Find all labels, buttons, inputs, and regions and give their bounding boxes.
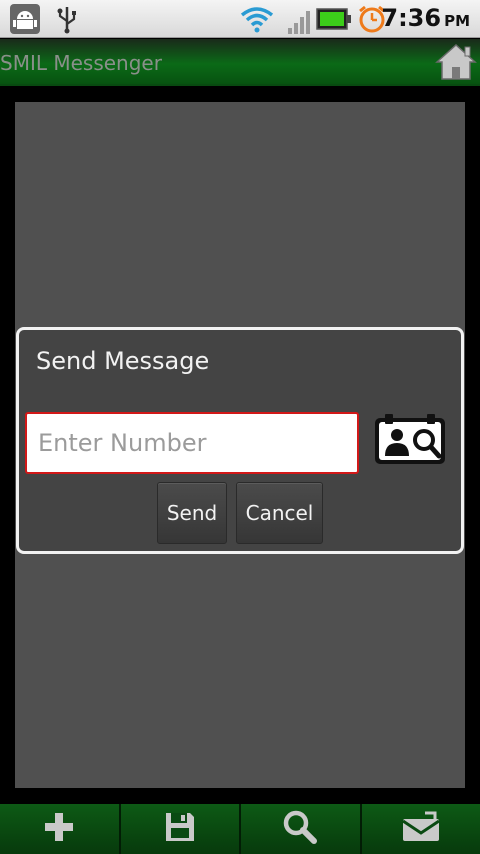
- app-title: SMIL Messenger: [0, 51, 162, 75]
- add-button[interactable]: [0, 804, 119, 854]
- send-message-dialog: Send Message Send Cancel: [16, 327, 464, 554]
- save-button[interactable]: [118, 804, 239, 854]
- phone-number-input[interactable]: [25, 412, 359, 474]
- status-ampm: PM: [444, 12, 470, 30]
- usb-icon: [56, 4, 78, 38]
- wifi-icon: [240, 5, 274, 37]
- signal-icon: [288, 10, 310, 38]
- cancel-button[interactable]: Cancel: [236, 482, 323, 544]
- status-clock: 7:36 PM: [381, 4, 470, 32]
- battery-icon: [316, 8, 352, 34]
- mail-icon: [401, 811, 441, 847]
- status-time: 7:36: [381, 4, 442, 32]
- title-bar: SMIL Messenger: [0, 39, 480, 86]
- contact-picker-button[interactable]: [371, 410, 451, 470]
- send-button[interactable]: Send: [157, 482, 227, 544]
- android-debug-icon: [10, 4, 40, 38]
- add-icon: [43, 811, 75, 847]
- dialog-title: Send Message: [36, 347, 210, 375]
- save-icon: [163, 810, 197, 848]
- search-button[interactable]: [239, 804, 360, 854]
- contact-search-icon: [371, 414, 451, 474]
- home-icon: [434, 43, 478, 87]
- mail-button[interactable]: [359, 804, 480, 854]
- home-button[interactable]: [434, 41, 478, 83]
- bottom-toolbar: [0, 804, 480, 854]
- status-bar: 7:36 PM: [0, 0, 480, 38]
- search-icon: [282, 809, 318, 849]
